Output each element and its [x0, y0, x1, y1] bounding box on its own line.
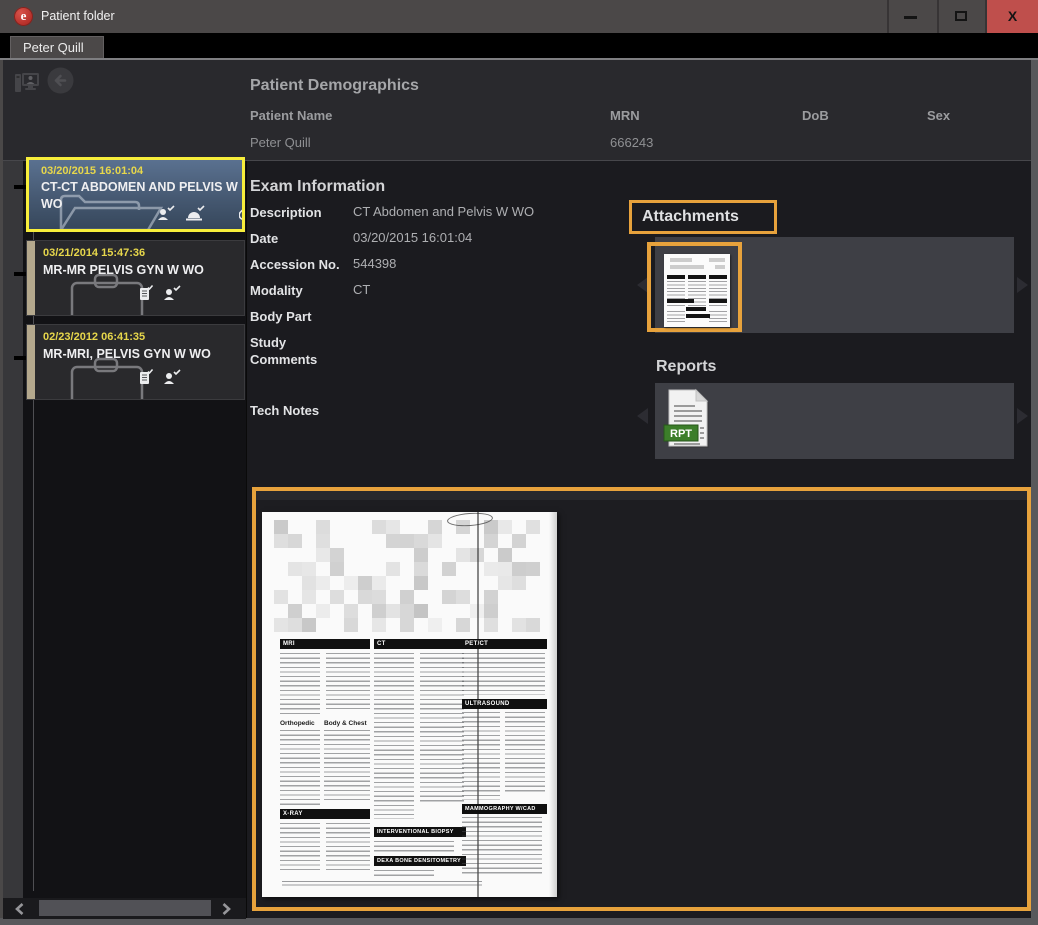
- window-border-bottom: [0, 918, 1038, 925]
- study-title: MR-MRI, PELVIS GYN W WO: [43, 346, 241, 363]
- scroll-right-icon[interactable]: [219, 902, 233, 916]
- demographics-title: Patient Demographics: [250, 77, 419, 95]
- preview-top-strip: [256, 491, 1027, 500]
- demo-value-mrn: 666243: [610, 135, 653, 150]
- reports-title: Reports: [656, 358, 716, 376]
- patient-folder-window: e Patient folder X Peter Quill Pa: [0, 0, 1038, 925]
- demo-label-dob: DoB: [802, 108, 829, 123]
- attachment-thumbnail[interactable]: [664, 254, 730, 327]
- app-logo-icon: e: [14, 7, 33, 26]
- study-status-icons: [157, 205, 245, 221]
- exam-info-title: Exam Information: [250, 178, 385, 196]
- paperclip-icon: [239, 205, 245, 221]
- study-date: 03/20/2015 16:01:04: [41, 165, 143, 177]
- patient-folder-icon[interactable]: [14, 70, 40, 95]
- redacted-mosaic: [274, 520, 546, 634]
- report-rpt-icon[interactable]: RPT: [662, 388, 714, 452]
- study-list-scrollbar[interactable]: [3, 898, 246, 919]
- person-check-icon: [163, 369, 181, 385]
- form-section-dexa: DEXA BONE DENSITOMETRY: [374, 856, 466, 866]
- scanned-order-form[interactable]: MRI Orthopedic Body & Chest X-RAY CT INT…: [262, 512, 557, 897]
- briefcase-icon: [69, 273, 145, 316]
- svg-text:RPT: RPT: [670, 428, 692, 440]
- attachments-title: Attachments: [632, 203, 774, 230]
- scrollbar-thumb[interactable]: [39, 900, 211, 916]
- form-section-mri: MRI: [280, 639, 370, 649]
- back-icon[interactable]: [47, 67, 74, 94]
- document-check-icon: [139, 285, 153, 301]
- page-edge-shade: [549, 512, 557, 897]
- attachments-scroll-right-icon[interactable]: [1017, 277, 1028, 293]
- exam-value-modality: CT: [353, 282, 370, 297]
- exam-value-accession: 544398: [353, 256, 396, 271]
- bell-check-icon: [185, 205, 205, 221]
- demo-label-patient-name: Patient Name: [250, 108, 332, 123]
- study-item-mri-pelvis-2012[interactable]: 02/23/2012 06:41:35 MR-MRI, PELVIS GYN W…: [26, 324, 245, 400]
- attachments-annotation-box: Attachments: [629, 200, 777, 234]
- study-title: MR-MR PELVIS GYN W WO: [43, 262, 241, 279]
- study-date: 03/21/2014 15:47:36: [43, 247, 145, 259]
- study-accent-bar: [27, 241, 35, 315]
- window-title: Patient folder: [41, 0, 115, 33]
- exam-label-tech-notes: Tech Notes: [250, 402, 348, 419]
- close-icon: X: [987, 0, 1038, 33]
- exam-label-modality: Modality: [250, 282, 348, 299]
- exam-label-bodypart: Body Part: [250, 308, 348, 325]
- form-section-petct: PET/CT: [462, 639, 547, 649]
- form-section-biopsy: INTERVENTIONAL BIOPSY: [374, 827, 466, 837]
- study-item-mr-pelvis-2014[interactable]: 03/21/2014 15:47:36 MR-MR PELVIS GYN W W…: [26, 240, 245, 316]
- study-status-icons: [139, 285, 181, 301]
- close-button[interactable]: X: [985, 0, 1038, 33]
- reports-scroll-right-icon[interactable]: [1017, 408, 1028, 424]
- form-section-xray: X-RAY: [280, 809, 370, 819]
- scroll-left-icon[interactable]: [13, 902, 27, 916]
- demo-label-sex: Sex: [927, 108, 950, 123]
- attachment-annotation-box: [647, 242, 742, 332]
- exam-label-description: Description: [250, 204, 348, 221]
- document-check-icon: [139, 369, 153, 385]
- tab-strip: Peter Quill: [0, 33, 1038, 60]
- title-bar: e Patient folder X: [0, 0, 1038, 33]
- window-border-right: [1031, 60, 1038, 925]
- demo-label-mrn: MRN: [610, 108, 640, 123]
- maximize-icon: [955, 11, 967, 21]
- exam-value-description: CT Abdomen and Pelvis W WO: [353, 204, 534, 219]
- exam-value-date: 03/20/2015 16:01:04: [353, 230, 472, 245]
- exam-label-date: Date: [250, 230, 348, 247]
- form-section-body-chest: Body & Chest: [324, 720, 367, 727]
- person-check-icon: [157, 205, 175, 221]
- attachment-preview-panel: MRI Orthopedic Body & Chest X-RAY CT INT…: [252, 487, 1031, 911]
- study-item-ct-abdomen[interactable]: 03/20/2015 16:01:04 CT-CT ABDOMEN AND PE…: [26, 157, 245, 232]
- study-status-icons: [139, 369, 181, 385]
- study-date: 02/23/2012 06:41:35: [43, 331, 145, 343]
- form-section-ultrasound: ULTRASOUND: [462, 699, 547, 709]
- demo-value-patient-name: Peter Quill: [250, 135, 311, 150]
- minimize-button[interactable]: [887, 0, 931, 33]
- study-accent-bar: [27, 325, 35, 399]
- form-section-ct: CT: [374, 639, 466, 649]
- maximize-button[interactable]: [937, 0, 983, 33]
- tab-peter-quill[interactable]: Peter Quill: [10, 36, 104, 60]
- person-check-icon: [163, 285, 181, 301]
- exam-label-accession: Accession No.: [250, 256, 348, 273]
- demographics-band: [3, 60, 1031, 160]
- briefcase-icon: [69, 357, 145, 400]
- exam-label-study-comments: Study Comments: [250, 334, 348, 368]
- form-section-orthopedic: Orthopedic: [280, 720, 315, 727]
- form-section-mammography: MAMMOGRAPHY W/CAD: [462, 804, 547, 814]
- reports-scroll-left-icon[interactable]: [637, 408, 648, 424]
- minimize-icon: [904, 16, 917, 19]
